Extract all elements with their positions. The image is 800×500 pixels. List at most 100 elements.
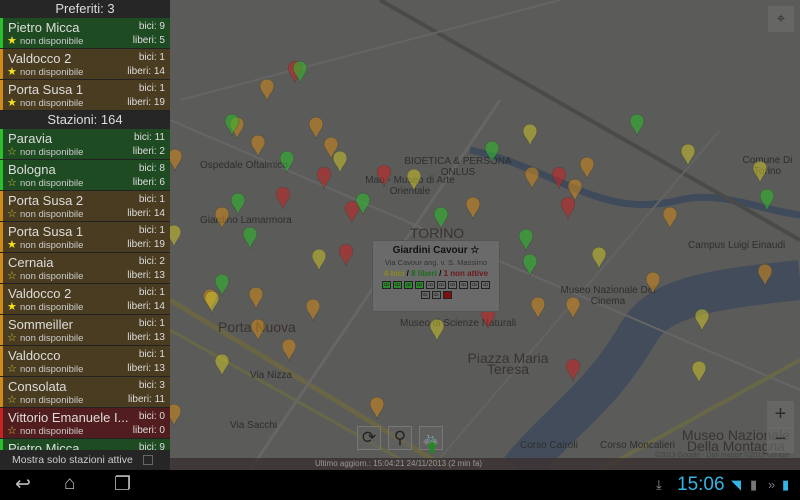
- slot-bike: ꝏ: [404, 281, 413, 289]
- station-marker[interactable]: [579, 156, 595, 180]
- station-marker[interactable]: [230, 192, 246, 216]
- star-outline-icon[interactable]: ☆: [7, 145, 17, 158]
- station-marker[interactable]: [757, 263, 773, 287]
- bike-filter-button[interactable]: 🚲: [419, 426, 443, 453]
- station-row[interactable]: Valdocco ☆ non disponibile bici: 1 liber…: [0, 346, 170, 377]
- station-marker[interactable]: [308, 116, 324, 140]
- station-marker[interactable]: [250, 134, 266, 158]
- search-button[interactable]: ⚲: [388, 426, 412, 450]
- station-row[interactable]: Paravia ☆ non disponibile bici: 11 liber…: [0, 129, 170, 160]
- zoom-in-button[interactable]: +: [767, 401, 794, 428]
- station-row[interactable]: Valdocco 2 ★ non disponibile bici: 1 lib…: [0, 49, 170, 80]
- station-marker[interactable]: [680, 143, 696, 167]
- star-filled-icon[interactable]: ★: [7, 96, 17, 109]
- station-popup[interactable]: Giardini Cavour ☆ Via Cavour ang. v. S. …: [372, 240, 500, 312]
- station-row[interactable]: Vittorio Emanuele I... ☆ non disponibile…: [0, 408, 170, 439]
- station-marker[interactable]: [524, 166, 540, 190]
- status-stripe: [0, 49, 3, 79]
- star-outline-icon[interactable]: ☆: [7, 176, 17, 189]
- station-marker[interactable]: [629, 113, 645, 137]
- station-marker[interactable]: [645, 271, 661, 295]
- station-marker[interactable]: [522, 123, 538, 147]
- station-marker[interactable]: [242, 226, 258, 250]
- star-outline-icon[interactable]: ☆: [7, 393, 17, 406]
- zoom-out-button[interactable]: −: [767, 426, 794, 453]
- star-outline-icon[interactable]: ☆: [7, 362, 17, 375]
- star-outline-icon[interactable]: ☆: [7, 331, 17, 344]
- station-marker[interactable]: [204, 290, 220, 314]
- station-marker[interactable]: [376, 164, 392, 188]
- station-marker[interactable]: [433, 206, 449, 230]
- station-marker[interactable]: [250, 318, 266, 342]
- station-marker[interactable]: [275, 186, 291, 210]
- station-marker[interactable]: [530, 296, 546, 320]
- station-marker[interactable]: [752, 160, 768, 184]
- star-outline-icon[interactable]: ☆: [7, 424, 17, 437]
- favorite-star-icon[interactable]: ☆: [470, 245, 479, 256]
- station-row[interactable]: Bologna ☆ non disponibile bici: 8 liberi…: [0, 160, 170, 191]
- station-marker[interactable]: [355, 192, 371, 216]
- map-label: Museo di Scienze Naturali: [400, 318, 517, 329]
- station-row[interactable]: Pietro Micca ★ non disponibile bici: 9 l…: [0, 18, 170, 49]
- station-marker[interactable]: [551, 166, 567, 190]
- station-marker[interactable]: [311, 248, 327, 272]
- station-row[interactable]: Valdocco 2 ★ non disponibile bici: 1 lib…: [0, 284, 170, 315]
- star-filled-icon[interactable]: ★: [7, 65, 17, 78]
- station-marker[interactable]: [224, 113, 240, 137]
- station-marker[interactable]: [591, 246, 607, 270]
- separator: /: [406, 269, 409, 278]
- station-marker[interactable]: [429, 318, 445, 342]
- station-row[interactable]: Consolata ☆ non disponibile bici: 3 libe…: [0, 377, 170, 408]
- station-marker[interactable]: [281, 338, 297, 362]
- station-marker[interactable]: [694, 308, 710, 332]
- star-filled-icon[interactable]: ★: [7, 300, 17, 313]
- map-label: Piazza Maria Teresa: [467, 350, 549, 377]
- station-marker[interactable]: [214, 353, 230, 377]
- active-only-toggle[interactable]: Mostra solo stazioni attive: [0, 450, 170, 470]
- station-marker[interactable]: [567, 178, 583, 202]
- station-marker[interactable]: [406, 168, 422, 192]
- map-pin-icon: [308, 116, 324, 140]
- star-filled-icon[interactable]: ★: [7, 238, 17, 251]
- station-marker[interactable]: [332, 150, 348, 174]
- free-count: liberi: 0: [132, 425, 165, 436]
- station-marker[interactable]: [518, 228, 534, 252]
- station-marker[interactable]: [484, 140, 500, 164]
- station-row[interactable]: Porta Susa 1 ★ non disponibile bici: 1 l…: [0, 80, 170, 111]
- map-pin-icon: [759, 188, 775, 212]
- station-row[interactable]: Sommeiller ☆ non disponibile bici: 1 lib…: [0, 315, 170, 346]
- station-marker[interactable]: [214, 206, 230, 230]
- star-outline-icon[interactable]: ☆: [7, 207, 17, 220]
- station-marker[interactable]: [305, 298, 321, 322]
- home-icon[interactable]: ⌂: [64, 473, 75, 495]
- back-icon[interactable]: ↩: [15, 473, 31, 496]
- station-marker[interactable]: [565, 296, 581, 320]
- status-stripe: [0, 191, 3, 221]
- station-marker[interactable]: [248, 286, 264, 310]
- station-list[interactable]: Preferiti: 3 Pietro Micca ★ non disponib…: [0, 0, 170, 470]
- map-pin-icon: [484, 140, 500, 164]
- star-outline-icon[interactable]: ☆: [7, 269, 17, 282]
- station-row[interactable]: Cernaia ☆ non disponibile bici: 2 liberi…: [0, 253, 170, 284]
- station-marker[interactable]: [369, 396, 385, 420]
- station-marker[interactable]: [279, 150, 295, 174]
- star-filled-icon[interactable]: ★: [7, 34, 17, 47]
- station-marker[interactable]: [522, 253, 538, 277]
- station-marker[interactable]: [759, 188, 775, 212]
- bikes-count: bici: 2: [138, 256, 165, 267]
- station-marker[interactable]: [338, 243, 354, 267]
- station-marker[interactable]: [259, 78, 275, 102]
- my-location-button[interactable]: ⌖: [768, 6, 794, 32]
- active-only-checkbox[interactable]: [143, 455, 153, 465]
- station-name: Valdocco 2: [8, 286, 72, 301]
- refresh-button[interactable]: ⟳: [357, 426, 381, 450]
- station-marker[interactable]: [662, 206, 678, 230]
- station-marker[interactable]: [691, 360, 707, 384]
- station-marker[interactable]: [292, 60, 308, 84]
- station-row[interactable]: Porta Susa 2 ☆ non disponibile bici: 1 l…: [0, 191, 170, 222]
- station-marker[interactable]: [565, 358, 581, 382]
- station-marker[interactable]: [465, 196, 481, 220]
- station-row[interactable]: Porta Susa 1 ★ non disponibile bici: 1 l…: [0, 222, 170, 253]
- station-marker[interactable]: [316, 166, 332, 190]
- recent-apps-icon[interactable]: ❐: [114, 473, 131, 496]
